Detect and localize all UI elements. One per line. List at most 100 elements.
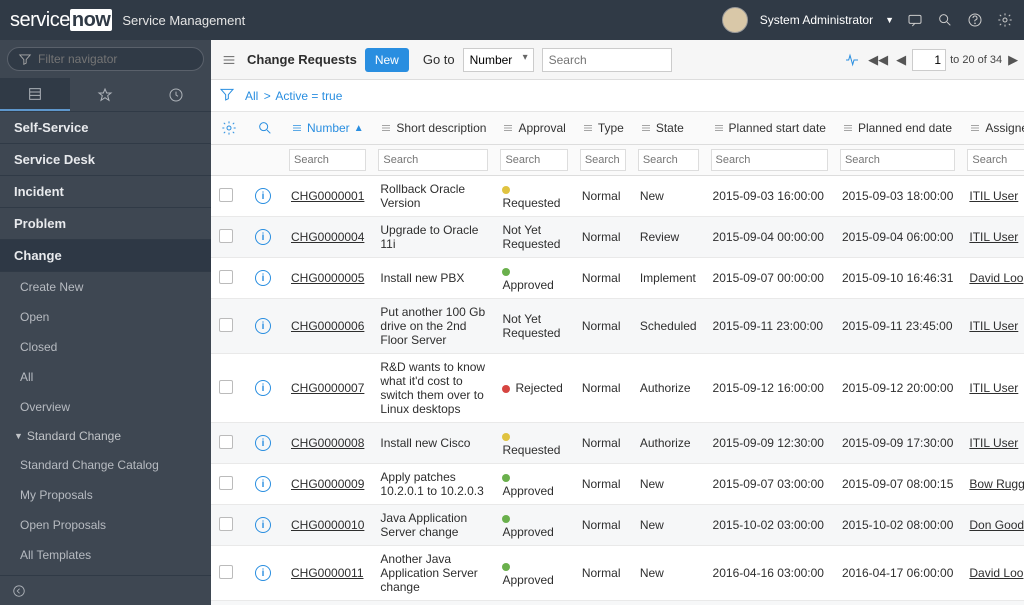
search-start[interactable] [711,149,828,171]
table-row[interactable]: iCHG0000008Install new CiscoRequestedNor… [211,423,1024,464]
filter-navigator-input[interactable] [38,52,193,66]
table-row[interactable]: iCHG0000001Rollback Oracle VersionReques… [211,176,1024,217]
sidebar-item-all-templates[interactable]: All Templates [0,540,211,570]
table-row[interactable]: iCHG0000004Upgrade to Oracle 11iNot Yet … [211,217,1024,258]
number-link[interactable]: CHG0000008 [291,436,364,450]
assigned-link[interactable]: ITIL User [969,319,1018,333]
info-icon[interactable]: i [255,318,271,334]
col-planned-start[interactable]: Planned start date [705,112,834,145]
number-link[interactable]: CHG0000004 [291,230,364,244]
col-state[interactable]: State [632,112,705,145]
table-row[interactable]: iCHG0000009Apply patches 10.2.0.1 to 10.… [211,464,1024,505]
col-short-desc[interactable]: Short description [372,112,494,145]
col-assigned-to[interactable]: Assigned to [961,112,1024,145]
assigned-link[interactable]: ITIL User [969,189,1018,203]
row-checkbox[interactable] [219,270,233,284]
column-gear-icon[interactable] [219,118,239,138]
row-checkbox[interactable] [219,476,233,490]
row-checkbox[interactable] [219,229,233,243]
page-current-input[interactable] [912,49,946,71]
sidebar-item-all[interactable]: All [0,362,211,392]
info-icon[interactable]: i [255,380,271,396]
page-first[interactable]: ◀◀ [866,50,890,70]
sidebar-item-closed[interactable]: Closed [0,332,211,362]
filter-funnel-icon[interactable] [219,86,235,105]
crumb-filter[interactable]: Active = true [275,89,342,103]
filter-nav-wrap[interactable] [7,47,204,71]
assigned-link[interactable]: David Loo [969,271,1023,285]
col-approval[interactable]: Approval [494,112,573,145]
help-icon[interactable] [966,11,984,29]
row-checkbox[interactable] [219,517,233,531]
info-icon[interactable]: i [255,188,271,204]
goto-select[interactable]: Number [463,48,534,72]
user-caret-icon[interactable]: ▼ [885,15,894,25]
number-link[interactable]: CHG0000010 [291,518,364,532]
sidebar-item-incident[interactable]: Incident [0,176,211,208]
page-prev[interactable]: ◀ [894,50,908,70]
assigned-link[interactable]: ITIL User [969,230,1018,244]
number-link[interactable]: CHG0000011 [291,566,364,580]
sidebar-item-overview[interactable]: Overview [0,392,211,422]
search-state[interactable] [638,149,699,171]
nav-tab-all[interactable] [0,78,70,111]
table-row[interactable]: iCHG0000010Java Application Server chang… [211,505,1024,546]
sidebar-item-create-new[interactable]: Create New [0,272,211,302]
menu-icon[interactable] [219,50,239,70]
col-type[interactable]: Type [574,112,632,145]
nav-tab-favorites[interactable] [70,78,140,111]
assigned-link[interactable]: ITIL User [969,436,1018,450]
number-link[interactable]: CHG0000001 [291,189,364,203]
sidebar-item-open-proposals[interactable]: Open Proposals [0,510,211,540]
sidebar-item-my-proposals[interactable]: My Proposals [0,480,211,510]
assigned-link[interactable]: David Loo [969,566,1023,580]
info-icon[interactable]: i [255,270,271,286]
nav-tab-history[interactable] [141,78,211,111]
sidebar-item-standard-change-catalog[interactable]: Standard Change Catalog [0,450,211,480]
table-row[interactable]: iCHG0000007R&D wants to know what it'd c… [211,354,1024,423]
assigned-link[interactable]: ITIL User [969,381,1018,395]
sidebar-item-service-desk[interactable]: Service Desk [0,144,211,176]
collapse-icon[interactable] [10,582,28,600]
sidebar-item-self-service[interactable]: Self-Service [0,112,211,144]
sidebar-item-change[interactable]: Change [0,240,211,272]
avatar[interactable] [722,7,748,33]
row-checkbox[interactable] [219,565,233,579]
col-planned-end[interactable]: Planned end date [834,112,961,145]
info-icon[interactable]: i [255,435,271,451]
number-link[interactable]: CHG0000005 [291,271,364,285]
table-row[interactable]: iCHG0000012Java App ServerApprovedNormal… [211,601,1024,605]
new-button[interactable]: New [365,48,409,72]
gear-icon[interactable] [996,11,1014,29]
table-row[interactable]: iCHG0000011Another Java Application Serv… [211,546,1024,601]
sidebar-group-standard-change[interactable]: ▼Standard Change [0,422,211,450]
activity-icon[interactable] [842,50,862,70]
search-number[interactable] [289,149,366,171]
search-end[interactable] [840,149,955,171]
col-number[interactable]: Number▲ [283,112,372,145]
toolbar-search-input[interactable] [542,48,672,72]
table-row[interactable]: iCHG0000005Install new PBXApprovedNormal… [211,258,1024,299]
sidebar-item-problem[interactable]: Problem [0,208,211,240]
table-row[interactable]: iCHG0000006Put another 100 Gb drive on t… [211,299,1024,354]
column-search-icon[interactable] [255,118,275,138]
search-approval[interactable] [500,149,567,171]
search-icon[interactable] [936,11,954,29]
row-checkbox[interactable] [219,188,233,202]
row-checkbox[interactable] [219,318,233,332]
crumb-all[interactable]: All [245,89,258,103]
row-checkbox[interactable] [219,435,233,449]
row-checkbox[interactable] [219,380,233,394]
goto-select-wrap[interactable]: Number [463,48,534,72]
sidebar-item-open[interactable]: Open [0,302,211,332]
info-icon[interactable]: i [255,565,271,581]
search-type[interactable] [580,149,626,171]
search-desc[interactable] [378,149,488,171]
number-link[interactable]: CHG0000007 [291,381,364,395]
info-icon[interactable]: i [255,517,271,533]
user-name[interactable]: System Administrator [760,13,873,27]
assigned-link[interactable]: Bow Ruggeri [969,477,1024,491]
info-icon[interactable]: i [255,229,271,245]
search-assigned[interactable] [967,149,1024,171]
number-link[interactable]: CHG0000009 [291,477,364,491]
